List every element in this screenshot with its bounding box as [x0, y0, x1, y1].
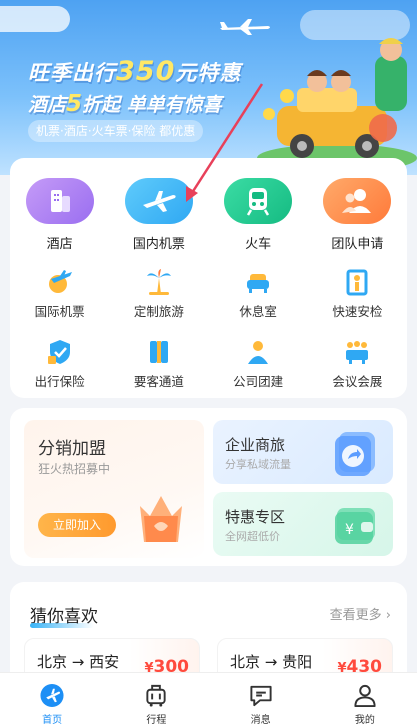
service-label: 出行保险	[34, 374, 85, 389]
tab-label: 消息	[250, 715, 271, 726]
group-icon	[323, 178, 392, 224]
panel-subtitle: 分享私域流量	[225, 458, 291, 471]
sofa-icon	[244, 268, 272, 296]
distribution-join-panel[interactable]: 分销加盟 狂火热招募中 立即加入	[24, 420, 204, 558]
cloud-decoration	[0, 6, 70, 32]
service-fast-security[interactable]: 快速安检	[308, 268, 407, 320]
promo-banner[interactable]: 旺季出行350元特惠 酒店5折起 单单有惊喜 机票·酒店·火车票·保险 都优惠	[0, 0, 417, 175]
travel-car-illustration-icon	[257, 38, 417, 166]
tab-label: 我的	[354, 715, 375, 726]
palm-tree-icon	[145, 268, 173, 296]
service-team-building[interactable]: 公司团建	[209, 338, 308, 390]
route-path: 北京 → 贵阳	[230, 653, 313, 671]
banner-tags: 机票·酒店·火车票·保险 都优惠	[28, 120, 204, 142]
tab-trips[interactable]: 行程	[104, 673, 208, 726]
service-label: 国际机票	[34, 304, 85, 319]
service-label: 火车	[245, 237, 272, 252]
panel-subtitle: 狂火热招募中	[38, 462, 111, 476]
hotel-building-icon	[25, 178, 94, 224]
tab-profile[interactable]: 我的	[313, 673, 417, 726]
conference-icon	[343, 338, 371, 366]
see-more-link[interactable]: 查看更多 ›	[330, 604, 391, 623]
user-icon	[354, 684, 376, 708]
service-grid-card: 酒店 国内机票 火车 团队申请 国际机票 定制旅游 休息室 快速安检 出行保险 …	[10, 158, 407, 398]
service-label: 要客通道	[133, 374, 184, 389]
security-gate-icon	[343, 268, 371, 296]
vip-lane-icon	[145, 338, 173, 366]
service-hotel[interactable]: 酒店	[10, 178, 109, 252]
airplane-icon	[124, 178, 193, 224]
service-vip-lane[interactable]: 要客通道	[109, 338, 208, 390]
main-services-row: 酒店 国内机票 火车 团队申请	[10, 178, 407, 252]
tab-messages[interactable]: 消息	[209, 673, 313, 726]
service-label: 公司团建	[233, 374, 284, 389]
service-travel-insurance[interactable]: 出行保险	[10, 338, 109, 390]
sub-services-row: 出行保险 要客通道 公司团建 会议会展	[10, 338, 407, 390]
join-now-button[interactable]: 立即加入	[38, 513, 116, 537]
banner-subheadline: 酒店5折起 单单有惊喜	[28, 91, 222, 117]
service-label: 休息室	[239, 304, 277, 319]
service-label: 国内机票	[132, 237, 185, 252]
service-label: 快速安检	[332, 304, 383, 319]
panel-title: 企业商旅	[225, 436, 286, 454]
route-path: 北京 → 西安	[37, 653, 120, 671]
title-underline	[30, 623, 94, 628]
service-label: 酒店	[46, 237, 73, 252]
service-group-apply[interactable]: 团队申请	[308, 178, 407, 252]
tab-label: 首页	[42, 715, 63, 726]
wallet-icon: ¥	[335, 508, 375, 544]
promo-card: 分销加盟 狂火热招募中 立即加入 企业商旅 分享私域流量 特惠专区 全网超低价 …	[10, 408, 407, 566]
service-label: 团队申请	[331, 237, 384, 252]
service-train[interactable]: 火车	[209, 178, 308, 252]
special-deals-panel[interactable]: 特惠专区 全网超低价 ¥	[213, 492, 393, 556]
svg-text:¥: ¥	[345, 522, 354, 538]
airplane-decoration-icon	[220, 19, 270, 35]
service-label: 会议会展	[332, 374, 383, 389]
share-icon	[335, 432, 375, 476]
message-icon	[250, 685, 272, 707]
panel-title: 分销加盟	[38, 439, 106, 459]
train-icon	[224, 178, 293, 224]
service-intl-flight[interactable]: 国际机票	[10, 268, 109, 320]
service-custom-tour[interactable]: 定制旅游	[109, 268, 208, 320]
service-label: 定制旅游	[133, 304, 184, 319]
sub-services-row: 国际机票 定制旅游 休息室 快速安检	[10, 268, 407, 320]
bottom-tab-bar: 首页 行程 消息 我的	[0, 672, 417, 726]
tab-label: 行程	[146, 715, 167, 726]
luggage-icon	[146, 684, 166, 707]
banner-headline: 旺季出行350元特惠	[28, 56, 242, 87]
service-lounge[interactable]: 休息室	[209, 268, 308, 320]
service-domestic-flight[interactable]: 国内机票	[109, 178, 208, 252]
home-plane-icon	[40, 683, 64, 708]
shield-check-icon	[46, 338, 74, 366]
crown-gift-icon	[140, 496, 182, 542]
team-building-icon	[244, 338, 272, 366]
corporate-travel-panel[interactable]: 企业商旅 分享私域流量	[213, 420, 393, 484]
globe-plane-icon	[46, 268, 74, 296]
panel-subtitle: 全网超低价	[225, 530, 280, 543]
tab-home[interactable]: 首页	[0, 673, 104, 726]
panel-title: 特惠专区	[225, 508, 286, 526]
service-conference[interactable]: 会议会展	[308, 338, 407, 390]
